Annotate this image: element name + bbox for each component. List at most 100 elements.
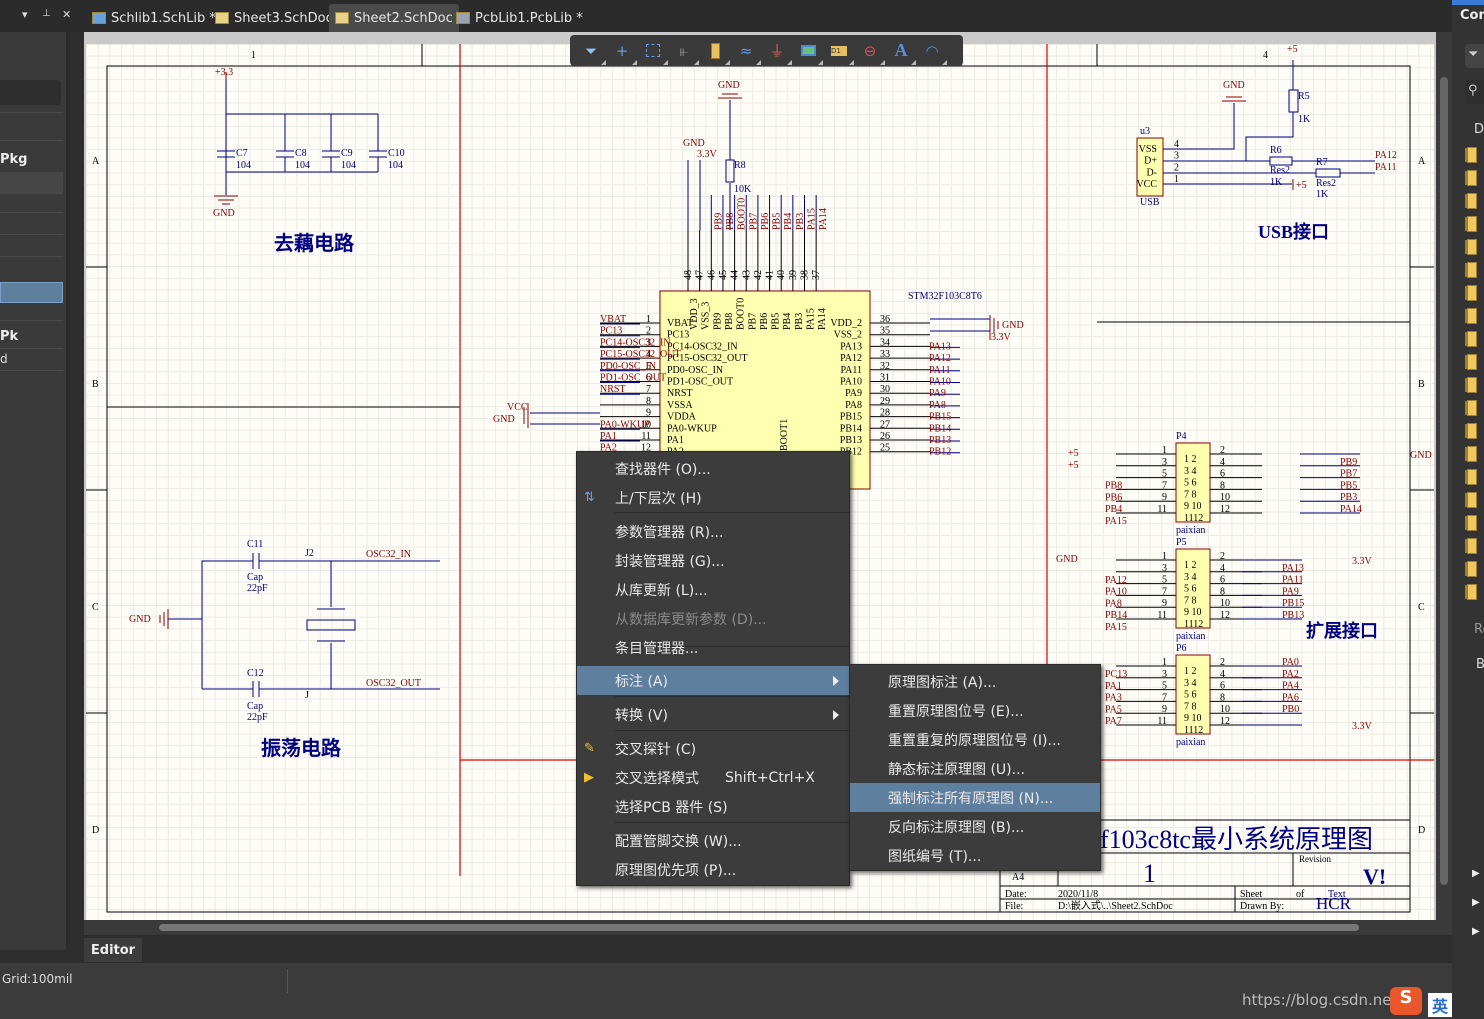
menu-separator xyxy=(615,696,849,697)
component-icon[interactable] xyxy=(1467,492,1477,508)
component-icon[interactable] xyxy=(1467,354,1477,370)
schdoc-icon xyxy=(335,12,349,24)
component-icon[interactable] xyxy=(1467,285,1477,301)
tab-pcblib1[interactable]: PcbLib1.PcbLib * xyxy=(450,4,589,32)
component-icon[interactable] xyxy=(1467,193,1477,209)
bus-icon[interactable]: ≈ xyxy=(735,40,761,65)
filter-icon[interactable]: ⏷ xyxy=(580,40,606,65)
panel-item[interactable]: Pk xyxy=(0,329,18,344)
grid-status: Grid:100mil xyxy=(2,972,73,986)
port-icon[interactable]: D1 xyxy=(828,40,854,65)
menu-item[interactable]: 查找器件 (O)... xyxy=(577,454,849,483)
scroll-thumb[interactable] xyxy=(159,924,1359,931)
menu-item-label: 图纸编号 (T)... xyxy=(888,848,982,865)
panel-item[interactable]: d xyxy=(0,352,8,366)
submenu-item[interactable]: 图纸编号 (T)... xyxy=(850,841,1100,870)
component-icon[interactable] xyxy=(1467,584,1477,600)
menu-item[interactable]: 配置管脚交换 (W)... xyxy=(577,826,849,855)
panel-row[interactable] xyxy=(0,172,63,194)
panel-row-selected[interactable] xyxy=(0,282,63,303)
directive-icon[interactable]: ⊖ xyxy=(859,40,885,65)
panel-item[interactable]: Pkg xyxy=(0,152,27,167)
cross-select-icon: ▶ xyxy=(584,770,594,785)
tab-sheet3[interactable]: Sheet3.SchDoc xyxy=(209,4,339,32)
close-icon[interactable]: ✕ xyxy=(62,8,71,21)
ime-mode[interactable]: 英 xyxy=(1428,993,1453,1017)
arc-icon[interactable]: ◠ xyxy=(921,40,947,65)
submenu-item[interactable]: 重置重复的原理图位号 (I)... xyxy=(850,725,1100,754)
menu-item-label: 原理图优先项 (P)... xyxy=(615,862,737,879)
menu-item-label: 重置原理图位号 (E)... xyxy=(888,703,1024,720)
component-icon[interactable] xyxy=(1467,400,1477,416)
scroll-thumb[interactable] xyxy=(1440,77,1448,885)
pin-icon[interactable]: ⊥ xyxy=(42,8,51,19)
align-icon[interactable]: ⫦ xyxy=(673,40,699,65)
expand-arrow-icon[interactable]: ▶ xyxy=(1472,926,1480,937)
component-icon[interactable] xyxy=(1467,308,1477,324)
menu-item: 从数据库更新参数 (D)... xyxy=(577,604,849,633)
menu-item-label: 交叉选择模式 xyxy=(615,770,699,787)
component-icon[interactable] xyxy=(1467,262,1477,278)
panel-footer[interactable]: Re xyxy=(1474,622,1484,637)
menu-item[interactable]: ✎ 交叉探针 (C) xyxy=(577,734,849,763)
component-icon[interactable] xyxy=(1467,239,1477,255)
tab-schlib1[interactable]: Schlib1.SchLib * xyxy=(86,4,222,32)
expand-arrow-icon[interactable]: ▶ xyxy=(1472,868,1480,879)
menu-separator xyxy=(615,822,849,823)
editor-tab[interactable]: Editor xyxy=(84,938,142,962)
component-icon[interactable] xyxy=(1467,216,1477,232)
menu-item[interactable]: 原理图优先项 (P)... xyxy=(577,855,849,884)
submenu-item[interactable]: 重置原理图位号 (E)... xyxy=(850,696,1100,725)
component-icon[interactable] xyxy=(1467,538,1477,554)
menu-item[interactable]: 标注 (A) xyxy=(577,666,849,695)
search-icon[interactable]: ⚲ xyxy=(1465,80,1484,104)
menu-item[interactable]: 条目管理器... xyxy=(577,633,849,662)
submenu-item[interactable]: 强制标注所有原理图 (N)... xyxy=(850,783,1100,812)
component-icon[interactable] xyxy=(1467,515,1477,531)
tab-sheet2[interactable]: Sheet2.SchDoc xyxy=(329,4,459,32)
tab-label: Sheet2.SchDoc xyxy=(354,10,453,26)
menu-item-label: 查找器件 (O)... xyxy=(615,461,711,478)
menu-item[interactable]: ⇅ 上/下层次 (H) xyxy=(577,483,849,512)
submenu-item[interactable]: 静态标注原理图 (U)... xyxy=(850,754,1100,783)
menu-item[interactable]: 从库更新 (L)... xyxy=(577,575,849,604)
expand-arrow-icon[interactable]: ▶ xyxy=(1472,897,1480,908)
column-header[interactable]: D xyxy=(1474,122,1484,137)
menu-item[interactable]: 选择PCB 器件 (S) xyxy=(577,792,849,821)
menu-item-label: 从数据库更新参数 (D)... xyxy=(615,611,767,628)
panel-section[interactable]: B xyxy=(1476,657,1484,672)
component-icon[interactable] xyxy=(1467,377,1477,393)
component-icon[interactable] xyxy=(1467,423,1477,439)
horizontal-scrollbar[interactable] xyxy=(84,920,1436,935)
cross-probe-icon: ✎ xyxy=(584,741,595,756)
menu-item[interactable]: ▶ 交叉选择模式 Shift+Ctrl+X xyxy=(577,763,849,792)
crosshair-icon[interactable]: + xyxy=(611,40,637,65)
component-icon[interactable] xyxy=(1467,170,1477,186)
watermark: https://blog.csdn.net/ xyxy=(1242,991,1403,1009)
filter-icon[interactable]: ⏷ xyxy=(1465,44,1484,68)
component-icon[interactable] xyxy=(1467,469,1477,485)
component-icon[interactable] xyxy=(1467,446,1477,462)
select-rect-icon[interactable] xyxy=(642,40,668,65)
panel-search-input[interactable] xyxy=(0,80,61,105)
submenu-item[interactable]: 原理图标注 (A)... xyxy=(850,667,1100,696)
panel-menu-icon[interactable]: ▾ xyxy=(22,8,28,21)
menu-shortcut: Shift+Ctrl+X xyxy=(725,769,815,786)
menu-item[interactable]: 转换 (V) xyxy=(577,700,849,729)
menu-item-label: 静态标注原理图 (U)... xyxy=(888,761,1025,778)
component-icon[interactable] xyxy=(1467,331,1477,347)
schlib-icon xyxy=(92,12,106,24)
sogou-ime-icon[interactable]: S xyxy=(1390,987,1422,1015)
menu-item[interactable]: 封装管理器 (G)... xyxy=(577,546,849,575)
component-icon[interactable] xyxy=(704,40,730,65)
panel-title: Com xyxy=(1460,8,1484,23)
vertical-scrollbar[interactable] xyxy=(1436,32,1452,935)
submenu-item[interactable]: 反向标注原理图 (B)... xyxy=(850,812,1100,841)
menu-item[interactable]: 参数管理器 (R)... xyxy=(577,517,849,546)
sheet-symbol-icon[interactable] xyxy=(797,40,823,65)
menu-item-label: 封装管理器 (G)... xyxy=(615,553,725,570)
component-icon[interactable] xyxy=(1467,147,1477,163)
gnd-power-icon[interactable]: ⏚ xyxy=(766,40,792,65)
component-icon[interactable] xyxy=(1467,561,1477,577)
text-icon[interactable]: A xyxy=(890,40,916,65)
